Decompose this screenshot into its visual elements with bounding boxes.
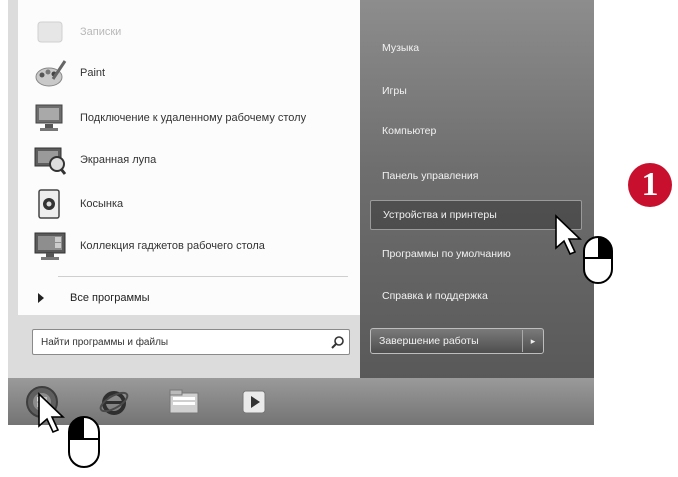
mouse-pointer-icon [38, 392, 100, 468]
right-item-label: Музыка [382, 42, 420, 54]
magnifier-app-icon [32, 144, 68, 176]
right-item-label: Игры [382, 85, 407, 97]
mouse-pointer-icon [555, 214, 613, 284]
start-menu: Записки Paint Подключение к удаленному р… [8, 0, 594, 378]
paint-icon [32, 57, 68, 89]
shutdown-label: Завершение работы [379, 335, 479, 347]
program-label: Записки [80, 26, 122, 38]
all-programs-item[interactable]: Все программы [32, 287, 352, 309]
right-item-devices-printers[interactable]: Устройства и принтеры [370, 200, 582, 230]
all-programs-label: Все программы [70, 292, 150, 304]
right-item-label: Панель управления [382, 170, 479, 182]
search-icon[interactable] [327, 331, 349, 353]
shutdown-button[interactable]: Завершение работы ▸ [370, 328, 544, 354]
right-item-label: Программы по умолчанию [382, 248, 511, 260]
program-item-sticky-notes[interactable]: Записки [18, 12, 358, 52]
sticky-notes-icon [32, 16, 68, 48]
right-item-label: Справка и поддержка [382, 290, 488, 302]
right-item-control-panel[interactable]: Панель управления [370, 163, 580, 189]
gadgets-icon [32, 230, 68, 262]
remote-desktop-icon [32, 102, 68, 134]
media-player-icon[interactable] [234, 383, 274, 421]
program-label: Коллекция гаджетов рабочего стола [80, 240, 265, 252]
program-item-magnifier[interactable]: Экранная лупа [18, 140, 358, 180]
right-item-computer[interactable]: Компьютер [370, 118, 580, 144]
arrow-right-icon [38, 293, 44, 303]
programs-list: Записки Paint Подключение к удаленному р… [18, 0, 361, 315]
program-item-gadgets[interactable]: Коллекция гаджетов рабочего стола [18, 226, 358, 266]
step-badge: 1 [628, 163, 672, 207]
right-item-help-support[interactable]: Справка и поддержка [370, 283, 580, 309]
divider [58, 276, 348, 277]
program-label: Подключение к удаленному рабочему столу [80, 112, 307, 124]
start-menu-left-pane: Записки Paint Подключение к удаленному р… [8, 0, 361, 378]
start-menu-right-pane: Музыка Игры Компьютер Панель управления … [360, 0, 594, 378]
program-item-paint[interactable]: Paint [18, 53, 358, 93]
program-label: Экранная лупа [80, 154, 157, 166]
program-item-remote-desktop[interactable]: Подключение к удаленному рабочему столу [18, 96, 358, 140]
right-item-games[interactable]: Игры [370, 78, 580, 104]
program-label: Paint [80, 67, 106, 79]
search-placeholder: Найти программы и файлы [41, 336, 169, 348]
search-input[interactable]: Найти программы и файлы [32, 329, 350, 355]
chevron-right-icon[interactable]: ▸ [522, 330, 543, 352]
program-item-solitaire[interactable]: Косынка [18, 184, 358, 224]
right-item-label: Устройства и принтеры [383, 209, 497, 221]
right-item-default-programs[interactable]: Программы по умолчанию [370, 241, 580, 267]
right-item-label: Компьютер [382, 125, 437, 137]
file-explorer-icon[interactable] [164, 383, 204, 421]
solitaire-icon [32, 188, 68, 220]
right-item-music[interactable]: Музыка [370, 35, 580, 61]
program-label: Косынка [80, 198, 124, 210]
